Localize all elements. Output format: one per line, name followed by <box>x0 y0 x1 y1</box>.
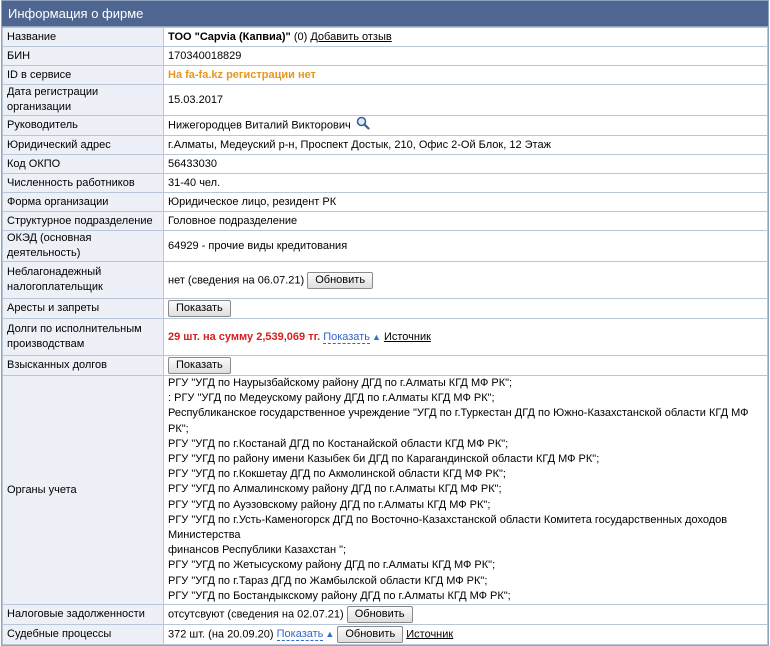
row-unreliable: Неблагонадежный налогоплательщик нет (св… <box>2 261 768 299</box>
reviews-count: (0) <box>293 30 308 43</box>
list-item: РГУ "УГД по г.Костанай ДГД по Костанайск… <box>168 437 509 450</box>
refresh-button[interactable]: Обновить <box>337 626 404 644</box>
show-collected-button[interactable]: Показать <box>168 357 231 374</box>
list-item: РГУ "УГД по г.Кокшетау ДГД по Акмолинско… <box>168 468 506 481</box>
enforcement-debts-value: 29 шт. на сумму 2,539,069 тг. <box>168 330 321 343</box>
row-name: Название ТОО "Capvia (Капвиа)" (0) Добав… <box>2 27 768 47</box>
company-name: ТОО "Capvia (Капвиа)" <box>168 30 291 43</box>
expand-arrow-icon[interactable]: ▲ <box>325 629 334 639</box>
row-label: Структурное подразделение <box>2 211 164 231</box>
subdivision-value: Головное подразделение <box>163 211 768 231</box>
list-item: РГУ "УГД по Наурызбайскому району ДГД по… <box>168 377 513 389</box>
row-org-form: Форма организации Юридическое лицо, рези… <box>2 192 768 212</box>
address-value: г.Алматы, Медеуский р-н, Проспект Достык… <box>163 135 768 155</box>
row-authorities: Органы учета РГУ "УГД по Наурызбайскому … <box>2 374 768 606</box>
row-label: ID в сервисе <box>2 65 164 85</box>
list-item: РГУ "УГД по Ауэзовскому району ДГД по г.… <box>168 498 491 511</box>
row-oked: ОКЭД (основная деятельность) 64929 - про… <box>2 230 768 262</box>
row-label: Долги по исполнительным производствам <box>2 318 164 356</box>
source-link[interactable]: Источник <box>384 331 431 343</box>
row-tax-debts: Налоговые задолженности отсутсвуют (свед… <box>2 604 768 626</box>
list-item: : РГУ "УГД по Медеускому району ДГД по г… <box>168 392 495 405</box>
list-item: РГУ "УГД по Жетысускому району ДГД по г.… <box>168 559 496 572</box>
row-director: Руководитель Нижегородцев Виталий Виктор… <box>2 115 768 136</box>
row-court: Судебные процессы 372 шт. (на 20.09.20) … <box>2 624 768 646</box>
bin-value: 170340018829 <box>163 46 768 66</box>
row-employees: Численность работников 31-40 чел. <box>2 173 768 193</box>
row-address: Юридический адрес г.Алматы, Медеуский р-… <box>2 135 768 155</box>
row-label: Судебные процессы <box>2 624 164 646</box>
search-icon[interactable] <box>356 116 370 135</box>
row-reg-date: Дата регистрации организации 15.03.2017 <box>2 84 768 116</box>
list-item: РГУ "УГД по Алмалинскому району ДГД по г… <box>168 483 502 496</box>
oked-value: 64929 - прочие виды кредитования <box>163 230 768 262</box>
row-label: Численность работников <box>2 173 164 193</box>
okpo-value: 56433030 <box>163 154 768 174</box>
service-id-value: На fa-fa.kz регистрации нет <box>168 68 316 81</box>
employees-value: 31-40 чел. <box>163 173 768 193</box>
list-item: РГУ "УГД по г.Тараз ДГД по Жамбылской об… <box>168 574 488 587</box>
show-debts-link[interactable]: Показать <box>323 330 370 344</box>
row-label: Органы учета <box>2 374 164 606</box>
card-title: Информация о фирме <box>8 6 144 21</box>
source-link[interactable]: Источник <box>406 628 453 640</box>
show-arrests-button[interactable]: Показать <box>168 300 231 317</box>
row-label: Неблагонадежный налогоплательщик <box>2 261 164 299</box>
row-enforcement-debts: Долги по исполнительным производствам 29… <box>2 318 768 356</box>
row-label: Аресты и запреты <box>2 298 164 319</box>
company-info-table: Название ТОО "Capvia (Капвиа)" (0) Добав… <box>2 27 768 646</box>
company-info-card: Информация о фирме Название ТОО "Capvia … <box>1 0 769 646</box>
tax-debts-value: отсутсвуют (сведения на 02.07.21) <box>168 608 344 621</box>
authorities-list: РГУ "УГД по Наурызбайскому району ДГД по… <box>163 374 768 606</box>
row-collected-debts: Взысканных долгов Показать <box>2 355 768 376</box>
row-label: Налоговые задолженности <box>2 604 164 626</box>
row-label: Руководитель <box>2 115 164 136</box>
row-arrests: Аресты и запреты Показать <box>2 298 768 319</box>
unreliable-value: нет (сведения на 06.07.21) <box>168 273 305 286</box>
refresh-button[interactable]: Обновить <box>346 606 413 624</box>
list-item: РГУ "УГД по Бостандыкскому району ДГД по… <box>168 589 511 602</box>
row-label: Код ОКПО <box>2 154 164 174</box>
row-label: Дата регистрации организации <box>2 84 164 116</box>
list-item: РГУ "УГД по г.Усть-Каменогорск ДГД по Во… <box>168 513 728 542</box>
court-value: 372 шт. (на 20.09.20) <box>168 628 274 641</box>
row-label: ОКЭД (основная деятельность) <box>2 230 164 262</box>
row-subdivision: Структурное подразделение Головное подра… <box>2 211 768 231</box>
row-label: Взысканных долгов <box>2 355 164 376</box>
reg-date-value: 15.03.2017 <box>163 84 768 116</box>
refresh-button[interactable]: Обновить <box>307 271 374 289</box>
row-service-id: ID в сервисе На fa-fa.kz регистрации нет <box>2 65 768 85</box>
org-form-value: Юридическое лицо, резидент РК <box>163 192 768 212</box>
row-label: Юридический адрес <box>2 135 164 155</box>
row-label: БИН <box>2 46 164 66</box>
list-item: РГУ "УГД по району имени Казыбек би ДГД … <box>168 453 600 466</box>
card-header: Информация о фирме <box>2 1 768 27</box>
row-okpo: Код ОКПО 56433030 <box>2 154 768 174</box>
list-item: финансов Республики Казахстан "; <box>168 544 347 557</box>
show-court-link[interactable]: Показать <box>276 628 324 642</box>
list-item: Республиканское государственное учрежден… <box>168 407 749 435</box>
row-bin: БИН 170340018829 <box>2 46 768 66</box>
row-label: Форма организации <box>2 192 164 212</box>
add-review-link[interactable]: Добавить отзыв <box>310 31 391 43</box>
row-label: Название <box>2 27 164 47</box>
director-value: Нижегородцев Виталий Викторович <box>168 119 351 132</box>
expand-arrow-icon[interactable]: ▲ <box>372 332 381 342</box>
